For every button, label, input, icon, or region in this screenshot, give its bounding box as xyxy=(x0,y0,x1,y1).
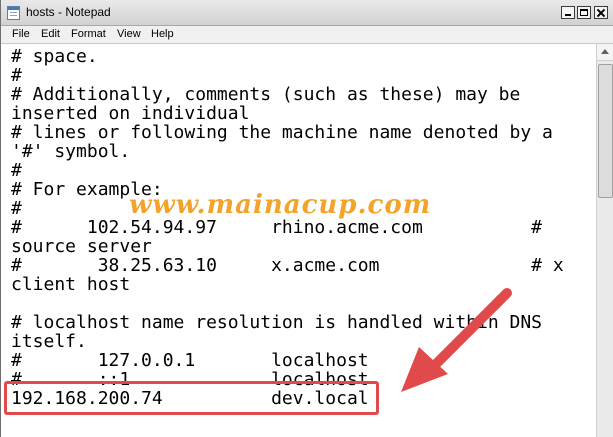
text-line: # Additionally, comments (such as these)… xyxy=(11,84,521,105)
menu-help[interactable]: Help xyxy=(151,28,174,40)
watermark: www.mainacup.com xyxy=(129,190,432,220)
menu-view[interactable]: View xyxy=(117,28,141,40)
text-editor[interactable]: # space. # # Additionally, comments (suc… xyxy=(2,44,596,437)
text-line: itself. xyxy=(11,331,87,352)
close-button[interactable] xyxy=(594,6,608,19)
menu-file[interactable]: File xyxy=(12,28,30,40)
menu-format[interactable]: Format xyxy=(71,28,106,40)
highlight-box xyxy=(4,381,379,415)
window-title: hosts - Notepad xyxy=(26,5,111,19)
text-line: # space. xyxy=(11,46,98,67)
text-line: # xyxy=(11,160,22,181)
text-line: # localhost name resolution is handled w… xyxy=(11,312,543,333)
text-line: # 102.54.94.97 rhino.acme.com # xyxy=(11,217,543,238)
text-line: inserted on individual xyxy=(11,103,250,124)
text-line: # 38.25.63.10 x.acme.com # x xyxy=(11,255,564,276)
text-line: # lines or following the machine name de… xyxy=(11,122,553,143)
scroll-up-arrow-icon[interactable] xyxy=(597,44,613,61)
text-line: # xyxy=(11,65,22,86)
menu-bar: File Edit Format View Help xyxy=(1,26,613,44)
text-line: # 127.0.0.1 localhost xyxy=(11,350,369,371)
text-line: '#' symbol. xyxy=(11,141,131,162)
vertical-scrollbar[interactable] xyxy=(596,44,613,437)
menu-edit[interactable]: Edit xyxy=(41,28,60,40)
maximize-button[interactable] xyxy=(577,6,591,19)
title-bar[interactable]: hosts - Notepad xyxy=(1,0,613,26)
scroll-thumb[interactable] xyxy=(598,64,613,198)
minimize-button[interactable] xyxy=(561,6,575,19)
text-line: client host xyxy=(11,274,131,295)
text-line: source server xyxy=(11,236,152,257)
text-line: # xyxy=(11,198,22,219)
notepad-icon xyxy=(7,6,20,20)
